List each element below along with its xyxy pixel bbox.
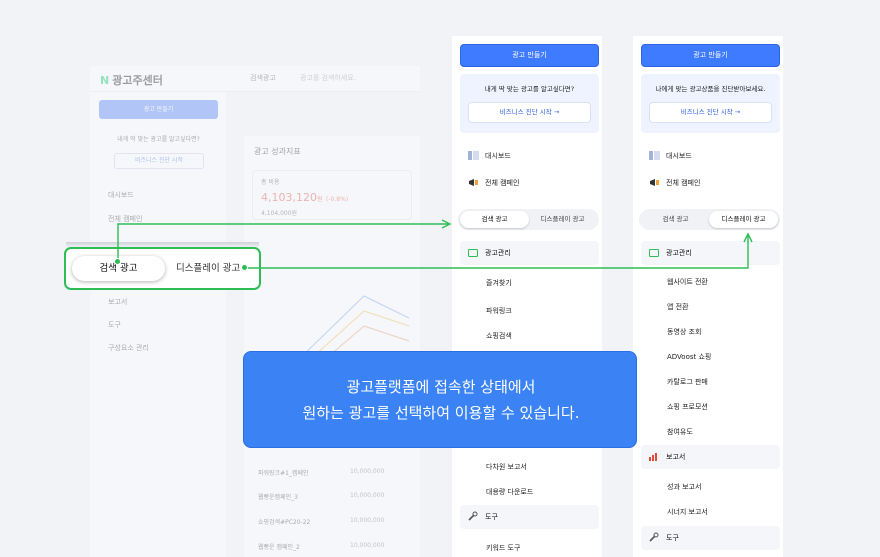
connector-dot [241, 264, 248, 271]
banner-line-2: 원하는 광고를 선택하여 이용할 수 있습니다. [302, 404, 580, 422]
message-banner: 광고플랫폼에 접속한 상태에서 원하는 광고를 선택하여 이용할 수 있습니다. [243, 351, 637, 448]
connector-lines [117, 219, 753, 269]
connector-dot [114, 258, 121, 265]
banner-line-1: 광고플랫폼에 접속한 상태에서 [346, 378, 536, 396]
